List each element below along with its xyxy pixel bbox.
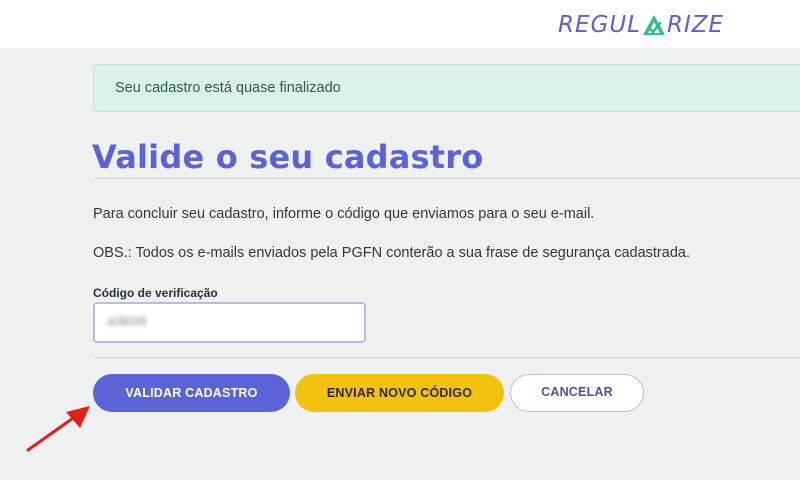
title-divider <box>93 178 800 179</box>
cancel-button[interactable]: CANCELAR <box>510 374 644 412</box>
top-bar: REGUL RIZE <box>0 0 800 48</box>
annotation-arrow-icon <box>26 406 90 452</box>
success-alert: Seu cadastro está quase finalizado <box>93 64 800 112</box>
regularize-logo[interactable]: REGUL RIZE <box>558 10 724 40</box>
logo-triangle-icon <box>642 15 665 35</box>
note-text: OBS.: Todos os e-mails enviados pela PGF… <box>93 245 690 261</box>
verification-code-input[interactable] <box>93 302 366 343</box>
logo-text-right: RIZE <box>666 12 725 38</box>
validate-registration-button[interactable]: VALIDAR CADASTRO <box>93 374 290 412</box>
page-title: Valide o seu cadastro <box>92 138 484 176</box>
form-divider <box>93 357 800 358</box>
code-field-label: Código de verificação <box>93 286 218 300</box>
send-new-code-button[interactable]: ENVIAR NOVO CÓDIGO <box>295 374 504 412</box>
instruction-text: Para concluir seu cadastro, informe o có… <box>93 206 595 222</box>
logo-text-left: REGUL <box>558 12 641 38</box>
alert-message: Seu cadastro está quase finalizado <box>115 80 341 96</box>
